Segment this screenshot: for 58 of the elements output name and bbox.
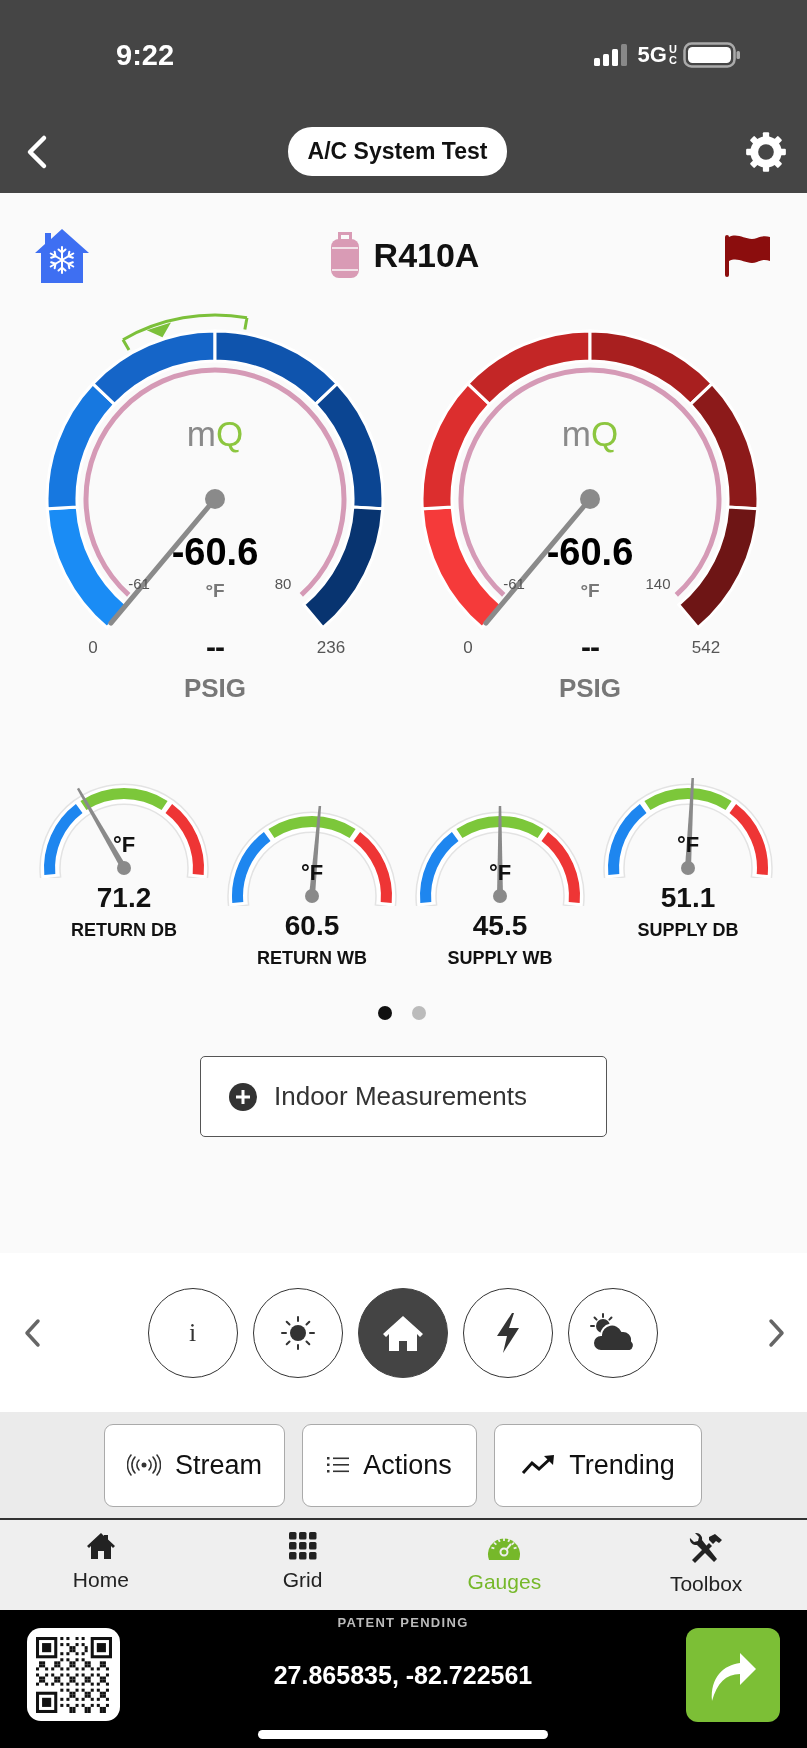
unit-label: PSIG bbox=[558, 673, 622, 703]
scale-label: 0 bbox=[88, 638, 98, 656]
patent-notice: PATENT PENDING bbox=[337, 1615, 469, 1630]
trending-button[interactable]: Trending bbox=[494, 1423, 702, 1507]
network-label: UC bbox=[668, 44, 675, 66]
indoor-measurements-button[interactable]: Indoor Measurements bbox=[200, 1056, 607, 1137]
scale-label: 236 bbox=[316, 638, 346, 656]
flag-icon[interactable] bbox=[723, 233, 771, 277]
battery-icon bbox=[683, 42, 741, 68]
network-type: 5G bbox=[637, 42, 667, 68]
clock-time: 9:22 bbox=[116, 38, 176, 72]
page-dot[interactable] bbox=[378, 1006, 392, 1020]
gas-cylinder-icon bbox=[329, 230, 360, 280]
unit-label: °F bbox=[112, 834, 136, 856]
unit-label: °F bbox=[205, 580, 225, 600]
temperature-reading: -60.6 bbox=[171, 533, 259, 571]
list-icon bbox=[327, 1455, 350, 1475]
grid-icon bbox=[288, 1532, 317, 1560]
qr-code-button[interactable] bbox=[27, 1628, 120, 1721]
temperature-reading: -60.6 bbox=[546, 533, 634, 571]
gauge-label: RETURN DB bbox=[71, 920, 177, 940]
temperature-reading: 60.5 bbox=[284, 910, 340, 942]
trending-up-icon bbox=[521, 1454, 556, 1476]
unit-label: °F bbox=[580, 580, 600, 600]
unit-label: °F bbox=[300, 862, 324, 884]
temperature-reading: 51.1 bbox=[660, 882, 716, 914]
plus-circle-icon bbox=[228, 1081, 258, 1112]
gauge-label: RETURN WB bbox=[257, 948, 367, 968]
scale-label: 80 bbox=[274, 575, 292, 591]
scale-label: 0 bbox=[463, 638, 473, 656]
house-icon bbox=[85, 1532, 116, 1560]
broadcast-icon bbox=[127, 1454, 161, 1476]
nav-tab[interactable]: Home bbox=[0, 1520, 202, 1610]
brand-logo: mQ bbox=[561, 415, 619, 451]
gauge-label: SUPPLY DB bbox=[637, 920, 739, 940]
hammer-wrench-icon bbox=[689, 1532, 724, 1564]
temperature-reading: 45.5 bbox=[472, 910, 528, 942]
actions-button[interactable]: Actions bbox=[302, 1423, 477, 1507]
gauge-label: SUPPLY WB bbox=[447, 948, 553, 968]
brand-logo: mQ bbox=[186, 415, 244, 451]
scale-label: 542 bbox=[691, 638, 721, 656]
nav-tab[interactable]: Grid bbox=[201, 1520, 404, 1610]
unit-label: °F bbox=[676, 834, 700, 856]
house-snowflake-icon[interactable] bbox=[34, 227, 90, 283]
signal-icon bbox=[593, 44, 630, 66]
gps-coordinates: 27.865835, -82.722561 bbox=[273, 1661, 533, 1690]
nav-tab[interactable]: Toolbox bbox=[605, 1520, 807, 1610]
unit-label: PSIG bbox=[183, 673, 247, 703]
pressure-reading: -- bbox=[206, 632, 224, 662]
pressure-reading: -- bbox=[581, 632, 599, 662]
scale-label: 140 bbox=[645, 575, 671, 591]
unit-label: °F bbox=[488, 862, 512, 884]
page-dot[interactable] bbox=[412, 1006, 426, 1020]
refrigerant-name: R410A bbox=[373, 235, 480, 275]
temperature-reading: 71.2 bbox=[96, 882, 152, 914]
mode-button[interactable]: i bbox=[147, 1287, 238, 1378]
stream-button[interactable]: Stream bbox=[104, 1423, 285, 1507]
screen-title: A/C System Test bbox=[287, 127, 508, 176]
